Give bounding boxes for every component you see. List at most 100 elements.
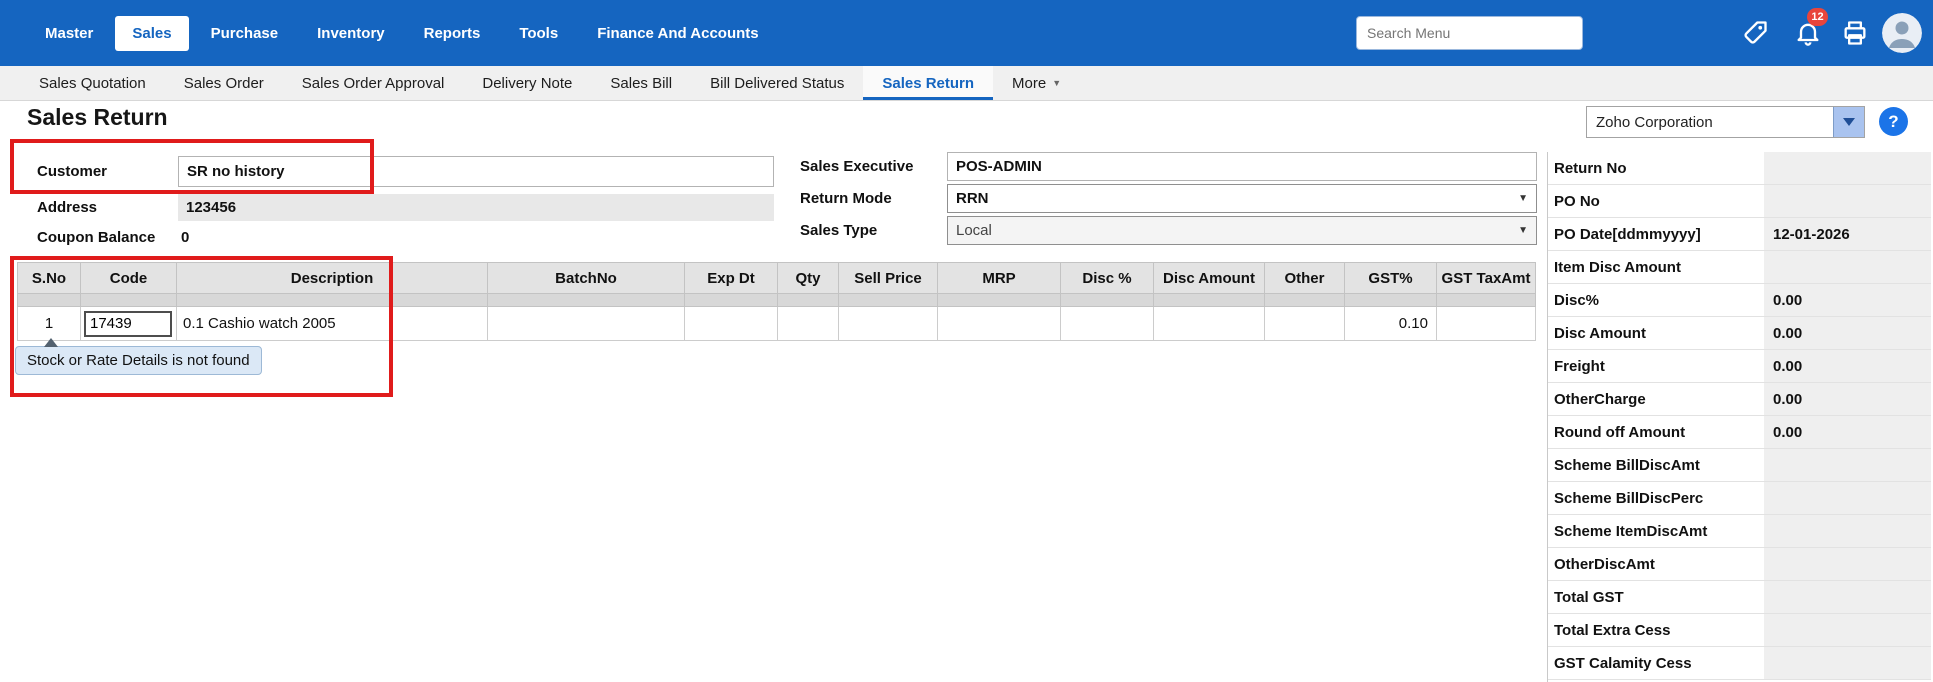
menu-reports[interactable]: Reports	[407, 16, 498, 51]
return-mode-select[interactable]: RRN ▼	[947, 184, 1537, 213]
col-description: Description	[177, 263, 488, 294]
summary-value	[1764, 614, 1931, 646]
summary-value	[1764, 647, 1931, 679]
cell-disc-percent[interactable]	[1061, 307, 1154, 341]
col-disc-percent: Disc %	[1061, 263, 1154, 294]
return-mode-value: RRN	[956, 190, 989, 207]
stock-warning-tooltip: Stock or Rate Details is not found	[15, 346, 262, 375]
summary-value	[1764, 152, 1931, 184]
menu-purchase[interactable]: Purchase	[194, 16, 296, 51]
summary-value: 0.00	[1764, 350, 1931, 382]
company-select-value: Zoho Corporation	[1587, 114, 1833, 131]
summary-label: Disc Amount	[1548, 317, 1764, 349]
summary-value	[1764, 548, 1931, 580]
summary-row: PO No	[1548, 185, 1931, 218]
menu-master[interactable]: Master	[28, 16, 110, 51]
address-value: 123456	[178, 194, 774, 221]
chevron-down-icon: ▼	[1518, 225, 1528, 236]
summary-label: Round off Amount	[1548, 416, 1764, 448]
sales-subnav: Sales Quotation Sales Order Sales Order …	[0, 66, 1933, 101]
summary-row: Scheme BillDiscPerc	[1548, 482, 1931, 515]
summary-row: PO Date[ddmmyyyy]12-01-2026	[1548, 218, 1931, 251]
summary-value	[1764, 251, 1931, 283]
item-code-input[interactable]	[84, 311, 172, 337]
summary-label: Scheme ItemDiscAmt	[1548, 515, 1764, 547]
cell-qty[interactable]	[778, 307, 839, 341]
summary-row: Total Extra Cess	[1548, 614, 1931, 647]
customer-label: Customer	[37, 163, 107, 180]
summary-value: 0.00	[1764, 416, 1931, 448]
company-select[interactable]: Zoho Corporation	[1586, 106, 1865, 138]
tab-sales-bill[interactable]: Sales Bill	[591, 66, 691, 100]
table-row: 1 0.1 Cashio watch 2005 0.10	[18, 307, 1536, 341]
summary-row: Disc%0.00	[1548, 284, 1931, 317]
printer-icon[interactable]	[1841, 19, 1869, 47]
summary-label: Scheme BillDiscAmt	[1548, 449, 1764, 481]
sales-executive-label: Sales Executive	[800, 158, 913, 175]
summary-row: Total GST	[1548, 581, 1931, 614]
chevron-down-icon: ▼	[1052, 78, 1061, 88]
sales-type-select[interactable]: Local ▼	[947, 216, 1537, 245]
summary-value	[1764, 515, 1931, 547]
sales-type-value: Local	[956, 222, 992, 239]
menu-inventory[interactable]: Inventory	[300, 16, 402, 51]
cell-other[interactable]	[1265, 307, 1345, 341]
notification-badge: 12	[1807, 8, 1828, 26]
col-gst-percent: GST%	[1345, 263, 1437, 294]
cell-code[interactable]	[81, 307, 177, 341]
col-expdt: Exp Dt	[685, 263, 778, 294]
cell-description[interactable]: 0.1 Cashio watch 2005	[177, 307, 488, 341]
cell-gst-percent[interactable]: 0.10	[1345, 307, 1437, 341]
tab-sales-quotation[interactable]: Sales Quotation	[20, 66, 165, 100]
coupon-balance-label: Coupon Balance	[37, 229, 155, 246]
customer-input[interactable]	[178, 156, 774, 187]
menu-tools[interactable]: Tools	[502, 16, 575, 51]
page-title: Sales Return	[27, 104, 168, 131]
help-button[interactable]: ?	[1879, 107, 1908, 136]
bell-icon[interactable]: 12	[1794, 19, 1822, 47]
summary-row: Disc Amount0.00	[1548, 317, 1931, 350]
col-gst-taxamt: GST TaxAmt	[1437, 263, 1536, 294]
tab-sales-order-approval[interactable]: Sales Order Approval	[283, 66, 464, 100]
tag-icon[interactable]	[1741, 19, 1769, 47]
menu-sales[interactable]: Sales	[115, 16, 188, 51]
summary-label: Return No	[1548, 152, 1764, 184]
coupon-balance-value: 0	[181, 229, 189, 246]
cell-mrp[interactable]	[938, 307, 1061, 341]
summary-label: Freight	[1548, 350, 1764, 382]
summary-row: Item Disc Amount	[1548, 251, 1931, 284]
summary-value	[1764, 449, 1931, 481]
summary-label: OtherDiscAmt	[1548, 548, 1764, 580]
summary-row: Return No	[1548, 152, 1931, 185]
col-qty: Qty	[778, 263, 839, 294]
summary-label: Total Extra Cess	[1548, 614, 1764, 646]
search-input[interactable]	[1356, 16, 1583, 50]
chevron-down-icon[interactable]	[1833, 107, 1864, 137]
menu-finance-and-accounts[interactable]: Finance And Accounts	[580, 16, 775, 51]
sales-executive-input[interactable]	[947, 152, 1537, 181]
return-summary-panel: Return No PO No PO Date[ddmmyyyy]12-01-2…	[1547, 152, 1931, 682]
summary-label: OtherCharge	[1548, 383, 1764, 415]
cell-gst-taxamt[interactable]	[1437, 307, 1536, 341]
col-code: Code	[81, 263, 177, 294]
tab-sales-return[interactable]: Sales Return	[863, 66, 993, 100]
cell-disc-amount[interactable]	[1154, 307, 1265, 341]
col-mrp: MRP	[938, 263, 1061, 294]
tab-bill-delivered-status[interactable]: Bill Delivered Status	[691, 66, 863, 100]
col-other: Other	[1265, 263, 1345, 294]
cell-expdt[interactable]	[685, 307, 778, 341]
user-avatar[interactable]	[1882, 13, 1922, 53]
summary-row: Round off Amount0.00	[1548, 416, 1931, 449]
summary-row: OtherCharge0.00	[1548, 383, 1931, 416]
tab-delivery-note[interactable]: Delivery Note	[463, 66, 591, 100]
tab-more[interactable]: More ▼	[993, 66, 1080, 100]
cell-sell-price[interactable]	[839, 307, 938, 341]
summary-row: Freight0.00	[1548, 350, 1931, 383]
items-table: S.No Code Description BatchNo Exp Dt Qty…	[17, 262, 1536, 341]
col-batchno: BatchNo	[488, 263, 685, 294]
summary-value: 12-01-2026	[1764, 218, 1931, 250]
cell-batchno[interactable]	[488, 307, 685, 341]
address-label: Address	[37, 199, 97, 216]
summary-label: GST Calamity Cess	[1548, 647, 1764, 679]
tab-sales-order[interactable]: Sales Order	[165, 66, 283, 100]
